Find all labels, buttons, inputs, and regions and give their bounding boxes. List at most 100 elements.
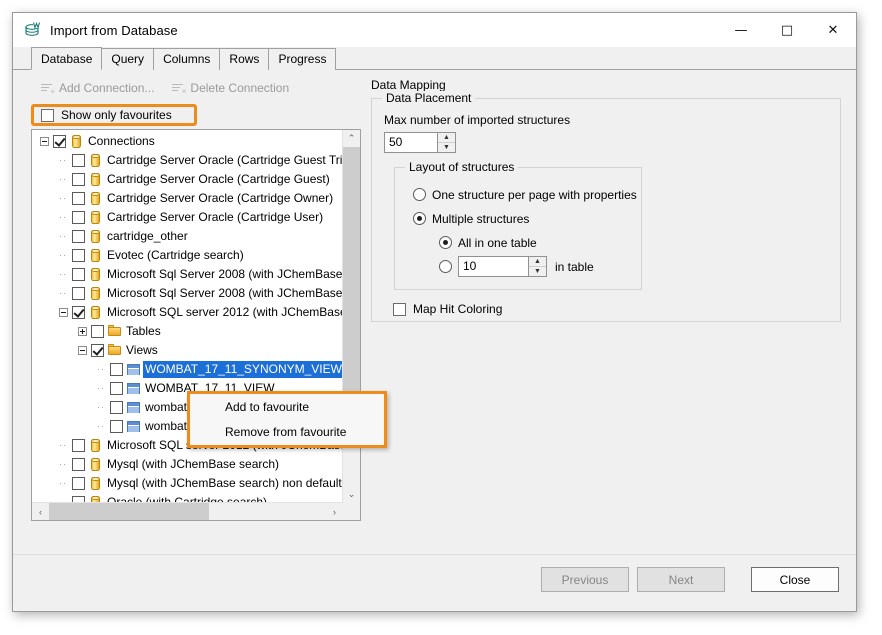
n-in-table-value[interactable]: 10: [459, 257, 528, 276]
tree-item-checkbox[interactable]: [72, 230, 85, 243]
radio-all-in-one-table-row[interactable]: All in one table: [439, 232, 641, 253]
tree-item[interactable]: Connections: [32, 132, 343, 151]
n-in-table-spin-up[interactable]: ▲: [529, 257, 546, 267]
vertical-scrollbar-thumb[interactable]: [343, 147, 360, 410]
tree-item-checkbox[interactable]: [110, 382, 123, 395]
tree-item[interactable]: ··Mysql (with JChemBase search) non defa…: [32, 474, 343, 493]
show-only-favourites-label: Show only favourites: [61, 108, 172, 122]
tree-item-label: Connections: [88, 134, 155, 149]
tree-item[interactable]: ··cartridge_other: [32, 227, 343, 246]
tree-item[interactable]: Views: [32, 341, 343, 360]
tree-item-checkbox[interactable]: [72, 287, 85, 300]
max-structures-value[interactable]: 50: [385, 133, 437, 152]
n-in-table-spin-buttons[interactable]: ▲ ▼: [528, 257, 546, 276]
expand-icon[interactable]: [78, 327, 87, 336]
tab-rows[interactable]: Rows: [219, 48, 269, 70]
max-structures-spin-up[interactable]: ▲: [438, 133, 455, 143]
tree-item-checkbox[interactable]: [72, 173, 85, 186]
close-window-button[interactable]: ✕: [810, 13, 856, 47]
n-in-table-stepper[interactable]: 10 ▲ ▼: [458, 256, 547, 277]
tree-item[interactable]: ··Cartridge Server Oracle (Cartridge Gue…: [32, 170, 343, 189]
radio-multiple-structures[interactable]: [413, 212, 426, 225]
max-structures-spin-buttons[interactable]: ▲ ▼: [437, 133, 455, 152]
menu-item-add-to-favourite[interactable]: Add to favourite: [190, 395, 384, 420]
tree-item[interactable]: ··Evotec (Cartridge search): [32, 246, 343, 265]
tree-item-checkbox[interactable]: [72, 268, 85, 281]
tree-item[interactable]: ··Cartridge Server Oracle (Cartridge Gue…: [32, 151, 343, 170]
import-from-database-window: Import from Database — □ ✕ DatabaseQuery…: [12, 12, 857, 612]
tree-item[interactable]: ··Cartridge Server Oracle (Cartridge Own…: [32, 189, 343, 208]
window-title: Import from Database: [50, 23, 178, 38]
scroll-right-arrow[interactable]: ›: [326, 503, 343, 520]
collapse-icon[interactable]: [78, 346, 87, 355]
tree-connector: ··: [59, 213, 68, 222]
tab-columns[interactable]: Columns: [153, 48, 220, 70]
radio-one-structure-per-page[interactable]: [413, 188, 426, 201]
map-hit-coloring-checkbox[interactable]: [393, 303, 406, 316]
tree-connector: ··: [59, 194, 68, 203]
tree-item-checkbox[interactable]: [72, 192, 85, 205]
show-only-favourites-checkbox[interactable]: [41, 109, 54, 122]
tree-item-checkbox[interactable]: [72, 249, 85, 262]
tree-item-checkbox[interactable]: [91, 325, 104, 338]
close-button[interactable]: Close: [751, 567, 839, 592]
database-icon: [88, 172, 103, 187]
tree-item-checkbox[interactable]: [91, 344, 104, 357]
collapse-icon[interactable]: [59, 308, 68, 317]
minimize-button[interactable]: —: [718, 13, 764, 47]
tree-item[interactable]: Tables: [32, 322, 343, 341]
tree-item-checkbox[interactable]: [53, 135, 66, 148]
show-only-favourites-row[interactable]: Show only favourites: [31, 104, 361, 126]
tree-horizontal-scrollbar[interactable]: ‹ ›: [32, 502, 343, 520]
tab-progress[interactable]: Progress: [268, 48, 336, 70]
add-connection-icon: +: [41, 83, 54, 94]
max-structures-stepper[interactable]: 50 ▲ ▼: [384, 132, 456, 153]
tree-item-checkbox[interactable]: [72, 154, 85, 167]
database-icon: [88, 457, 103, 472]
delete-connection-button[interactable]: × Delete Connection: [172, 81, 289, 95]
add-connection-button[interactable]: + Add Connection...: [41, 81, 154, 95]
tree-item-checkbox[interactable]: [72, 306, 85, 319]
radio-n-in-table[interactable]: [439, 260, 452, 273]
max-structures-label: Max number of imported structures: [384, 113, 828, 127]
tab-query[interactable]: Query: [101, 48, 154, 70]
scroll-left-arrow[interactable]: ‹: [32, 503, 49, 520]
layout-of-structures-inner: One structure per page with properties M…: [395, 168, 641, 277]
tree-item[interactable]: ··Cartridge Server Oracle (Cartridge Use…: [32, 208, 343, 227]
favourite-context-menu[interactable]: Add to favourite Remove from favourite: [187, 391, 387, 448]
tree-item-checkbox[interactable]: [72, 211, 85, 224]
collapse-icon[interactable]: [40, 137, 49, 146]
previous-button[interactable]: Previous: [541, 567, 629, 592]
tree-item-checkbox[interactable]: [110, 401, 123, 414]
map-hit-coloring-row[interactable]: Map Hit Coloring: [393, 302, 828, 316]
max-structures-spin-down[interactable]: ▼: [438, 143, 455, 152]
tree-item-checkbox[interactable]: [110, 420, 123, 433]
tree-item[interactable]: ··Mysql (with JChemBase search): [32, 455, 343, 474]
tree-item-checkbox[interactable]: [72, 458, 85, 471]
scroll-up-arrow[interactable]: ⌃: [343, 130, 360, 147]
delete-connection-icon: ×: [172, 83, 185, 94]
menu-item-remove-from-favourite[interactable]: Remove from favourite: [190, 420, 384, 445]
tree-item[interactable]: ··Microsoft Sql Server 2008 (with JChemB…: [32, 284, 343, 303]
tree-item[interactable]: Microsoft SQL server 2012 (with JChemBas…: [32, 303, 343, 322]
tab-database[interactable]: Database: [31, 47, 102, 70]
map-hit-coloring-label: Map Hit Coloring: [413, 302, 502, 316]
radio-n-in-table-row[interactable]: 10 ▲ ▼ in table: [439, 256, 641, 277]
tree-connector: ··: [59, 232, 68, 241]
radio-all-in-one-table[interactable]: [439, 236, 452, 249]
radio-one-structure-per-page-row[interactable]: One structure per page with properties: [413, 184, 641, 205]
maximize-button[interactable]: □: [764, 13, 810, 47]
horizontal-scrollbar-thumb[interactable]: [49, 503, 209, 520]
connections-tree[interactable]: Connections ··Cartridge Server Oracle (Ca…: [31, 129, 361, 521]
next-button[interactable]: Next: [637, 567, 725, 592]
tree-item[interactable]: ··WOMBAT_17_11_SYNONYM_VIEW: [32, 360, 343, 379]
radio-multiple-structures-row[interactable]: Multiple structures: [413, 208, 641, 229]
database-icon: [88, 476, 103, 491]
tree-item-checkbox[interactable]: [110, 363, 123, 376]
tree-item-checkbox[interactable]: [72, 477, 85, 490]
scroll-down-arrow[interactable]: ⌄: [343, 486, 360, 503]
tree-item-checkbox[interactable]: [72, 439, 85, 452]
tree-item[interactable]: ··Microsoft Sql Server 2008 (with JChemB…: [32, 265, 343, 284]
title-bar: Import from Database — □ ✕: [13, 13, 856, 47]
n-in-table-spin-down[interactable]: ▼: [529, 267, 546, 276]
